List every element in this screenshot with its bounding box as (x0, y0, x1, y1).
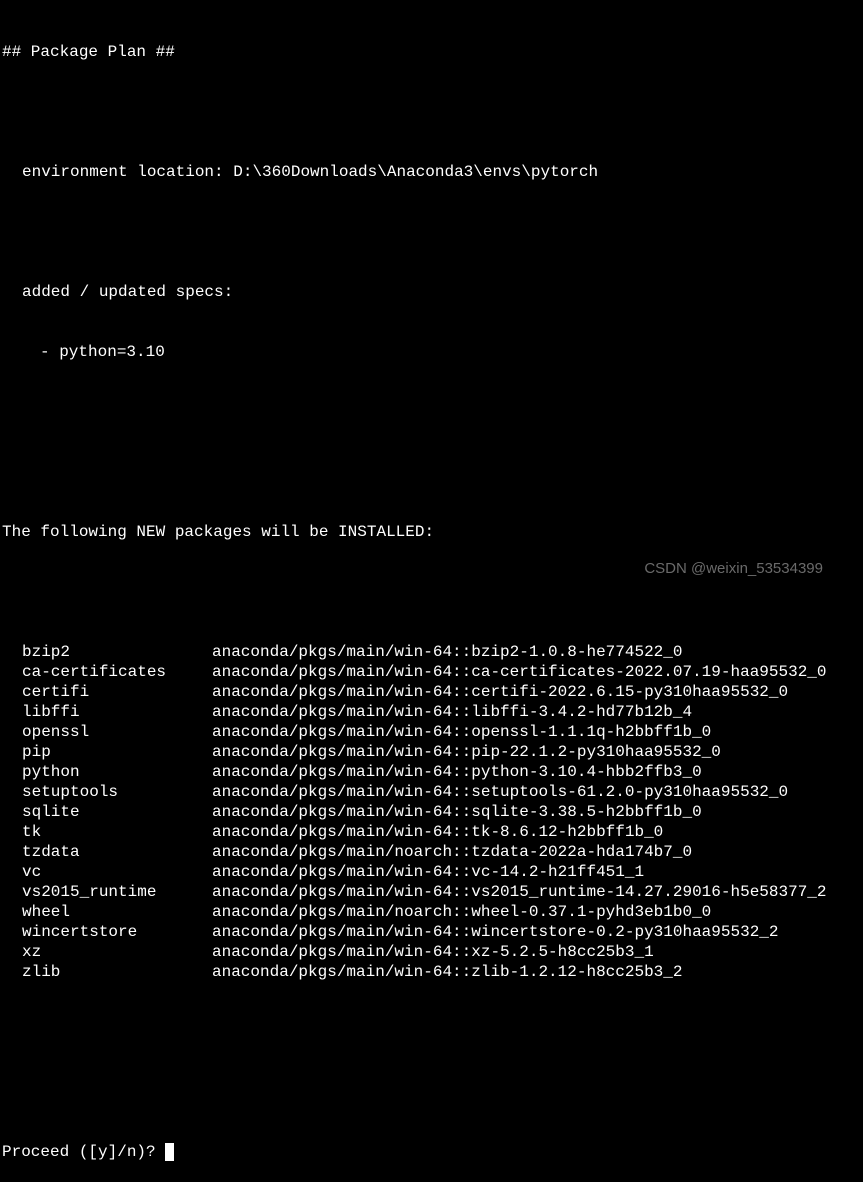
watermark: CSDN @weixin_53534399 (644, 560, 823, 579)
package-row: pipanaconda/pkgs/main/win-64::pip-22.1.2… (2, 742, 861, 762)
package-spec: anaconda/pkgs/main/win-64::ca-certificat… (212, 662, 861, 682)
package-spec: anaconda/pkgs/main/win-64::certifi-2022.… (212, 682, 861, 702)
package-spec: anaconda/pkgs/main/win-64::vs2015_runtim… (212, 882, 861, 902)
blank-line (2, 102, 861, 122)
package-row: libffianaconda/pkgs/main/win-64::libffi-… (2, 702, 861, 722)
package-row: setuptoolsanaconda/pkgs/main/win-64::set… (2, 782, 861, 802)
package-row: tzdataanaconda/pkgs/main/noarch::tzdata-… (2, 842, 861, 862)
package-row: pythonanaconda/pkgs/main/win-64::python-… (2, 762, 861, 782)
package-row: vs2015_runtimeanaconda/pkgs/main/win-64:… (2, 882, 861, 902)
package-spec: anaconda/pkgs/main/noarch::tzdata-2022a-… (212, 842, 861, 862)
package-name: xz (2, 942, 212, 962)
package-row: zlibanaconda/pkgs/main/win-64::zlib-1.2.… (2, 962, 861, 982)
package-spec: anaconda/pkgs/main/win-64::zlib-1.2.12-h… (212, 962, 861, 982)
package-name: sqlite (2, 802, 212, 822)
package-row: wheelanaconda/pkgs/main/noarch::wheel-0.… (2, 902, 861, 922)
terminal-output: ## Package Plan ## environment location:… (2, 2, 861, 1182)
package-name: tk (2, 822, 212, 842)
package-row: vcanaconda/pkgs/main/win-64::vc-14.2-h21… (2, 862, 861, 882)
package-row: opensslanaconda/pkgs/main/win-64::openss… (2, 722, 861, 742)
package-row: certifianaconda/pkgs/main/win-64::certif… (2, 682, 861, 702)
package-name: zlib (2, 962, 212, 982)
package-spec: anaconda/pkgs/main/win-64::xz-5.2.5-h8cc… (212, 942, 861, 962)
blank-line (2, 462, 861, 482)
cursor-icon (165, 1143, 174, 1161)
package-name: bzip2 (2, 642, 212, 662)
package-name: wheel (2, 902, 212, 922)
package-name: setuptools (2, 782, 212, 802)
package-name: tzdata (2, 842, 212, 862)
proceed-prompt-line[interactable]: Proceed ([y]/n)? (2, 1142, 861, 1162)
package-spec: anaconda/pkgs/main/win-64::tk-8.6.12-h2b… (212, 822, 861, 842)
package-spec: anaconda/pkgs/main/win-64::libffi-3.4.2-… (212, 702, 861, 722)
package-spec: anaconda/pkgs/main/win-64::pip-22.1.2-py… (212, 742, 861, 762)
env-location-label: environment location: (22, 163, 233, 181)
package-name: vc (2, 862, 212, 882)
proceed-prompt: Proceed ([y]/n)? (2, 1143, 165, 1161)
package-spec: anaconda/pkgs/main/win-64::vc-14.2-h21ff… (212, 862, 861, 882)
blank-line (2, 582, 861, 602)
package-spec: anaconda/pkgs/main/win-64::openssl-1.1.1… (212, 722, 861, 742)
install-header: The following NEW packages will be INSTA… (2, 522, 861, 542)
specs-item: - python=3.10 (2, 342, 861, 362)
package-spec: anaconda/pkgs/main/noarch::wheel-0.37.1-… (212, 902, 861, 922)
package-name: libffi (2, 702, 212, 722)
blank-line (2, 222, 861, 242)
package-row: bzip2anaconda/pkgs/main/win-64::bzip2-1.… (2, 642, 861, 662)
env-location-line: environment location: D:\360Downloads\An… (2, 162, 861, 182)
blank-line (2, 1022, 861, 1042)
package-name: python (2, 762, 212, 782)
package-list: bzip2anaconda/pkgs/main/win-64::bzip2-1.… (2, 642, 861, 982)
package-row: ca-certificatesanaconda/pkgs/main/win-64… (2, 662, 861, 682)
env-location-path: D:\360Downloads\Anaconda3\envs\pytorch (233, 163, 598, 181)
package-row: tkanaconda/pkgs/main/win-64::tk-8.6.12-h… (2, 822, 861, 842)
package-spec: anaconda/pkgs/main/win-64::setuptools-61… (212, 782, 861, 802)
package-row: xzanaconda/pkgs/main/win-64::xz-5.2.5-h8… (2, 942, 861, 962)
package-name: openssl (2, 722, 212, 742)
package-row: sqliteanaconda/pkgs/main/win-64::sqlite-… (2, 802, 861, 822)
package-name: pip (2, 742, 212, 762)
package-spec: anaconda/pkgs/main/win-64::sqlite-3.38.5… (212, 802, 861, 822)
specs-label: added / updated specs: (2, 282, 861, 302)
blank-line (2, 1082, 861, 1102)
package-name: certifi (2, 682, 212, 702)
package-row: wincertstoreanaconda/pkgs/main/win-64::w… (2, 922, 861, 942)
package-name: wincertstore (2, 922, 212, 942)
package-spec: anaconda/pkgs/main/win-64::wincertstore-… (212, 922, 861, 942)
package-plan-header: ## Package Plan ## (2, 42, 861, 62)
package-name: vs2015_runtime (2, 882, 212, 902)
package-name: ca-certificates (2, 662, 212, 682)
package-spec: anaconda/pkgs/main/win-64::python-3.10.4… (212, 762, 861, 782)
blank-line (2, 402, 861, 422)
package-spec: anaconda/pkgs/main/win-64::bzip2-1.0.8-h… (212, 642, 861, 662)
